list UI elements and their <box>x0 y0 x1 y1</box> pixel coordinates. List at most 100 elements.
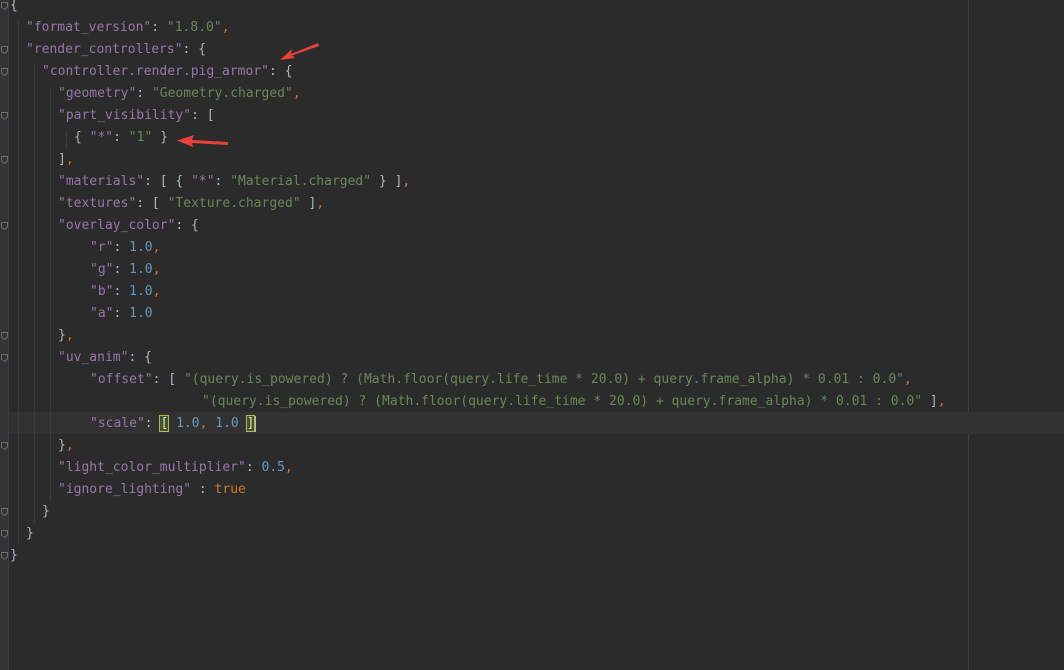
number-value: 1.0 <box>215 416 239 431</box>
code-line[interactable]: "ignore_lighting" : true <box>10 479 246 501</box>
fold-marker-icon[interactable] <box>1 2 8 10</box>
string-value: "Texture.charged" <box>167 196 301 211</box>
comma: , <box>152 240 161 255</box>
number-value: 1.0 <box>129 306 153 321</box>
code-line[interactable]: } <box>10 501 50 523</box>
code-line[interactable]: "light_color_multiplier": 0.5, <box>10 457 293 479</box>
fold-marker-icon[interactable] <box>1 442 8 450</box>
code-line[interactable]: "scale": [ 1.0, 1.0 ] <box>10 413 257 435</box>
code-line[interactable]: "a": 1.0 <box>10 303 153 325</box>
json-key: "geometry" <box>58 86 137 101</box>
code-line[interactable]: "offset": [ "(query.is_powered) ? (Math.… <box>10 369 912 391</box>
code-line[interactable]: "part_visibility": [ <box>10 105 215 127</box>
code-line[interactable]: ], <box>10 149 74 171</box>
punctuation: : [ <box>191 108 215 123</box>
punctuation: : [ { <box>144 174 192 189</box>
code-line[interactable]: "materials": [ { "*": "Material.charged"… <box>10 171 410 193</box>
number-value: 1.0 <box>129 284 153 299</box>
code-line[interactable]: "(query.is_powered) ? (Math.floor(query.… <box>10 391 946 413</box>
punctuation: : { <box>175 218 199 233</box>
code-line[interactable]: }, <box>10 435 74 457</box>
punctuation: : <box>113 262 130 277</box>
punctuation: : <box>113 130 129 145</box>
json-key: "b" <box>90 284 114 299</box>
punctuation: { <box>10 0 18 13</box>
json-key: "ignore_lighting" <box>58 482 192 497</box>
fold-marker-icon[interactable] <box>1 530 8 538</box>
fold-marker-icon[interactable] <box>1 552 8 560</box>
code-line[interactable]: } <box>10 523 34 545</box>
code-line[interactable]: "render_controllers": { <box>10 39 206 61</box>
string-value: "Material.charged" <box>230 174 372 189</box>
punctuation: { <box>74 130 90 145</box>
fold-marker-icon[interactable] <box>1 332 8 340</box>
boolean-value: true <box>214 482 246 497</box>
code-line[interactable]: "uv_anim": { <box>10 347 152 369</box>
code-line[interactable]: "g": 1.0, <box>10 259 160 281</box>
json-key: "materials" <box>58 174 145 189</box>
code-line[interactable]: "format_version": "1.8.0", <box>10 17 230 39</box>
code-line[interactable]: { <box>10 0 18 17</box>
punctuation: : <box>151 20 167 35</box>
comma: , <box>402 174 411 189</box>
fold-marker-icon[interactable] <box>1 354 8 362</box>
fold-marker-icon[interactable] <box>1 508 8 516</box>
json-key: "*" <box>89 130 114 145</box>
code-line[interactable]: "b": 1.0, <box>10 281 160 303</box>
string-value: "(query.is_powered) ? (Math.floor(query.… <box>202 394 923 409</box>
annotation-arrow-icon <box>280 43 319 60</box>
json-key: "uv_anim" <box>58 350 129 365</box>
json-key: "controller.render.pig_armor" <box>42 64 269 79</box>
punctuation: } <box>58 438 66 453</box>
json-key: "a" <box>90 306 114 321</box>
fold-marker-icon[interactable] <box>1 156 8 164</box>
fold-marker-icon[interactable] <box>1 46 8 54</box>
code-line[interactable]: "overlay_color": { <box>10 215 199 237</box>
punctuation: : <box>144 416 161 431</box>
punctuation: ] <box>300 196 317 211</box>
json-key: "*" <box>191 174 215 189</box>
json-key: "part_visibility" <box>58 108 192 123</box>
code-editor[interactable]: {"format_version": "1.8.0", "render_contr… <box>0 0 1064 670</box>
editor-gutter <box>0 0 9 670</box>
punctuation <box>239 416 247 431</box>
code-line[interactable]: "r": 1.0, <box>10 237 160 259</box>
code-line[interactable]: }, <box>10 325 74 347</box>
code-line[interactable]: "controller.render.pig_armor": { <box>10 61 292 83</box>
comma: , <box>152 284 161 299</box>
code-line[interactable]: "textures": [ "Texture.charged" ], <box>10 193 324 215</box>
number-value: 1.0 <box>129 262 153 277</box>
punctuation: } <box>26 526 34 541</box>
number-value: 1.0 <box>176 416 200 431</box>
fold-marker-icon[interactable] <box>1 222 8 230</box>
json-key: "format_version" <box>26 20 152 35</box>
code-line[interactable]: "geometry": "Geometry.charged", <box>10 83 301 105</box>
number-value: 0.5 <box>261 460 285 475</box>
comma: , <box>904 372 912 387</box>
code-line[interactable]: { "*": "1" } <box>10 127 168 149</box>
punctuation: : <box>136 86 152 101</box>
punctuation: : [ <box>136 196 168 211</box>
comma: , <box>316 196 325 211</box>
comma: , <box>152 262 161 277</box>
punctuation: } <box>152 130 168 145</box>
json-key: "render_controllers" <box>26 42 183 57</box>
punctuation: : [ <box>152 372 184 387</box>
punctuation: : <box>191 482 215 497</box>
string-value: "(query.is_powered) ? (Math.floor(query.… <box>183 372 904 387</box>
fold-marker-icon[interactable] <box>1 68 8 76</box>
json-key: "g" <box>90 262 114 277</box>
punctuation: : <box>113 284 130 299</box>
punctuation: : { <box>182 42 207 57</box>
code-line[interactable]: } <box>10 545 18 567</box>
annotation-arrow-icon <box>177 135 228 147</box>
comma: , <box>284 460 293 475</box>
punctuation: : <box>113 240 130 255</box>
json-key: "offset" <box>90 372 153 387</box>
string-value: "1.8.0" <box>166 20 222 35</box>
json-key: "scale" <box>90 416 145 431</box>
fold-marker-icon[interactable] <box>1 112 8 120</box>
json-key: "light_color_multiplier" <box>58 460 246 475</box>
json-key: "r" <box>90 240 114 255</box>
punctuation: } <box>10 548 18 563</box>
